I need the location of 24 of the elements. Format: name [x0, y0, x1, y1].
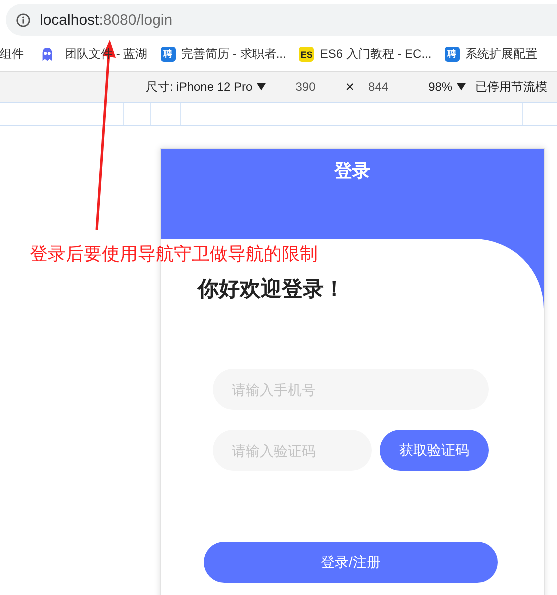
- url-text: localhost:8080/login: [40, 12, 173, 28]
- device-dimensions[interactable]: 尺寸: iPhone 12 Pro: [146, 78, 266, 96]
- zoom-dropdown[interactable]: 98%: [428, 80, 466, 94]
- get-code-button[interactable]: 获取验证码: [380, 430, 489, 471]
- greeting-heading: 你好欢迎登录！: [198, 276, 345, 303]
- bookmark[interactable]: ES ES6 入门教程 - EC...: [299, 46, 432, 63]
- info-icon[interactable]: [16, 12, 31, 28]
- times-sign: ×: [346, 78, 355, 96]
- job-site-icon: 聘: [160, 47, 176, 62]
- bookmark[interactable]: 聘 完善简历 - 求职者...: [160, 46, 286, 63]
- bookmark[interactable]: 组件: [0, 46, 24, 63]
- bookmark[interactable]: 聘 系统扩展配置: [444, 46, 538, 63]
- address-bar[interactable]: localhost:8080/login: [6, 4, 557, 36]
- annotation-text: 登录后要使用导航守卫做导航的限制: [30, 243, 318, 266]
- page-title: 登录: [334, 160, 370, 181]
- monster-icon: [40, 47, 55, 62]
- caret-icon: [456, 83, 466, 91]
- job-site-icon: 聘: [444, 47, 460, 62]
- caret-icon: [256, 83, 266, 91]
- height-value[interactable]: 844: [368, 80, 389, 94]
- throttle-dropdown[interactable]: 已停用节流模: [476, 78, 548, 96]
- width-value[interactable]: 390: [296, 80, 316, 94]
- es-icon: ES: [299, 47, 314, 62]
- login-button[interactable]: 登录/注册: [204, 542, 498, 583]
